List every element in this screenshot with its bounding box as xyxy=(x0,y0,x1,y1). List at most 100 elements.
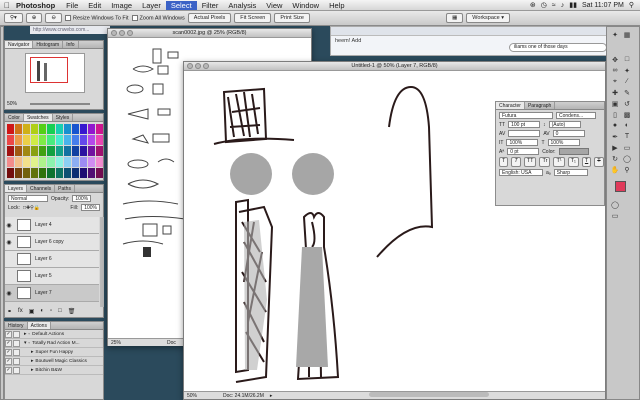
superscript-button[interactable]: T¹ xyxy=(553,157,565,167)
mask-icon[interactable]: ▣ xyxy=(29,308,35,315)
tab-navigator[interactable]: Navigator xyxy=(5,41,34,48)
color-swatch[interactable] xyxy=(15,146,23,156)
swatches-small-icon[interactable]: ▦ xyxy=(621,29,633,40)
menu-layer[interactable]: Layer xyxy=(137,1,166,10)
color-swatch[interactable] xyxy=(63,168,71,178)
slice-tool-icon[interactable]: ∕ xyxy=(621,76,633,87)
disclosure-icon[interactable]: ▸ xyxy=(31,350,33,355)
color-swatch[interactable] xyxy=(87,135,95,145)
check-icon[interactable]: ✓ xyxy=(5,348,12,356)
apple-menu-icon[interactable]:  xyxy=(0,1,14,10)
color-swatch[interactable] xyxy=(47,124,55,134)
color-swatch[interactable] xyxy=(63,146,71,156)
tab-paragraph[interactable]: Paragraph xyxy=(525,102,556,109)
lock-icons[interactable]: □✚⚲🔒 xyxy=(23,205,40,211)
quick-mask-icon[interactable]: ◯ xyxy=(609,199,621,210)
color-swatch[interactable] xyxy=(79,135,87,145)
zoom-all-windows-checkbox[interactable]: Zoom All Windows xyxy=(131,14,185,21)
color-swatch[interactable] xyxy=(63,157,71,167)
dodge-tool-icon[interactable]: ◐ xyxy=(621,120,633,131)
text-color-swatch[interactable] xyxy=(558,148,589,155)
color-swatch[interactable] xyxy=(55,135,63,145)
3d-rotate-icon[interactable]: ↻ xyxy=(609,153,621,164)
zoom-icon[interactable] xyxy=(203,63,209,69)
eraser-tool-icon[interactable]: ▯ xyxy=(609,109,621,120)
color-swatch[interactable] xyxy=(87,157,95,167)
action-row[interactable]: ✓ ▸ Boutwell Magic Classics xyxy=(5,357,103,366)
disclosure-icon[interactable]: ▸ xyxy=(24,332,26,337)
tab-paths[interactable]: Paths xyxy=(55,185,75,192)
layer-row[interactable]: Layer 6 xyxy=(5,251,99,268)
color-swatch[interactable] xyxy=(87,146,95,156)
color-swatch[interactable] xyxy=(71,135,79,145)
print-size-button[interactable]: Print Size xyxy=(274,13,310,23)
close-icon[interactable] xyxy=(111,30,117,36)
color-swatch[interactable] xyxy=(7,135,15,145)
color-swatch[interactable] xyxy=(79,157,87,167)
color-swatch[interactable] xyxy=(79,146,87,156)
color-swatch[interactable] xyxy=(79,124,87,134)
color-swatch[interactable] xyxy=(63,124,71,134)
color-swatch[interactable] xyxy=(15,124,23,134)
doc-size[interactable]: Doc: 24.1M/26.2M xyxy=(223,393,264,399)
menu-file[interactable]: File xyxy=(61,1,83,10)
layer-row-selected[interactable]: ◉ Layer 7 xyxy=(5,285,99,302)
color-swatch[interactable] xyxy=(39,168,47,178)
action-row[interactable]: ✓ ▾ ▫ Totally Rad Action M... xyxy=(5,339,103,348)
eye-icon[interactable]: ◉ xyxy=(5,222,13,229)
resize-windows-checkbox[interactable]: Resize Windows To Fit xyxy=(65,14,129,21)
color-swatch[interactable] xyxy=(71,146,79,156)
color-swatch[interactable] xyxy=(39,146,47,156)
move-tool-icon[interactable]: ✥ xyxy=(609,54,621,65)
foreground-color-swatch[interactable] xyxy=(615,181,626,192)
navigator-zoom-value[interactable]: 50% xyxy=(7,101,17,107)
fit-screen-button[interactable]: Fit Screen xyxy=(234,13,272,23)
app-menu[interactable]: Photoshop xyxy=(14,1,61,10)
check-icon[interactable]: ✓ xyxy=(5,357,12,365)
navigator-zoom-slider[interactable] xyxy=(30,103,90,105)
action-row[interactable]: ✓ ▸ Bitchin B&W xyxy=(5,366,103,375)
all-caps-button[interactable]: TT xyxy=(523,157,537,167)
tab-histogram[interactable]: Histogram xyxy=(33,41,64,48)
action-row[interactable]: ✓ ▸ ▫ Default Actions xyxy=(5,330,103,339)
layer-row[interactable]: ◉ Layer 6 copy xyxy=(5,234,99,251)
color-swatch[interactable] xyxy=(95,135,103,145)
color-swatch[interactable] xyxy=(47,168,55,178)
clone-stamp-icon[interactable]: ▣ xyxy=(609,98,621,109)
menu-edit[interactable]: Edit xyxy=(83,1,106,10)
color-swatch[interactable] xyxy=(23,124,31,134)
check-icon[interactable]: ✓ xyxy=(5,366,12,374)
color-swatch[interactable] xyxy=(55,124,63,134)
gradient-tool-icon[interactable]: ▩ xyxy=(621,109,633,120)
leading-field[interactable]: (Auto) xyxy=(548,121,581,128)
scan-zoom[interactable]: 25% xyxy=(111,340,121,346)
zoom-tool-icon[interactable]: ⚲ xyxy=(621,164,633,175)
dialog-toggle[interactable] xyxy=(13,366,20,374)
menu-window[interactable]: Window xyxy=(287,1,324,10)
menu-image[interactable]: Image xyxy=(106,1,137,10)
color-swatch[interactable] xyxy=(31,135,39,145)
hand-tool-icon[interactable]: ✋ xyxy=(609,164,621,175)
color-swatch[interactable] xyxy=(95,157,103,167)
color-swatch[interactable] xyxy=(31,157,39,167)
tab-actions[interactable]: Actions xyxy=(27,322,51,329)
underline-button[interactable]: T xyxy=(581,157,592,167)
color-swatch[interactable] xyxy=(23,146,31,156)
bluetooth-icon[interactable]: ⊛ xyxy=(530,1,536,9)
zoom-out-icon[interactable]: ⊖ xyxy=(45,13,63,23)
tab-history[interactable]: History xyxy=(5,322,28,329)
small-caps-button[interactable]: Tr xyxy=(539,157,551,167)
path-select-icon[interactable]: ▶ xyxy=(609,142,621,153)
baseline-shift-field[interactable]: 0 pt xyxy=(507,148,540,155)
healing-brush-icon[interactable]: ✚ xyxy=(609,87,621,98)
color-swatch[interactable] xyxy=(71,157,79,167)
color-swatch[interactable] xyxy=(23,168,31,178)
screen-mode-icon[interactable]: ▭ xyxy=(609,210,621,221)
type-tool-icon[interactable]: T xyxy=(621,131,633,142)
tab-channels[interactable]: Channels xyxy=(27,185,56,192)
link-icon[interactable]: ⚭ xyxy=(7,308,12,315)
browser-url[interactable]: http://www.cnwebs.com... xyxy=(30,26,110,34)
color-swatch[interactable] xyxy=(39,157,47,167)
tab-character[interactable]: Character xyxy=(496,102,525,109)
color-swatch[interactable] xyxy=(15,157,23,167)
